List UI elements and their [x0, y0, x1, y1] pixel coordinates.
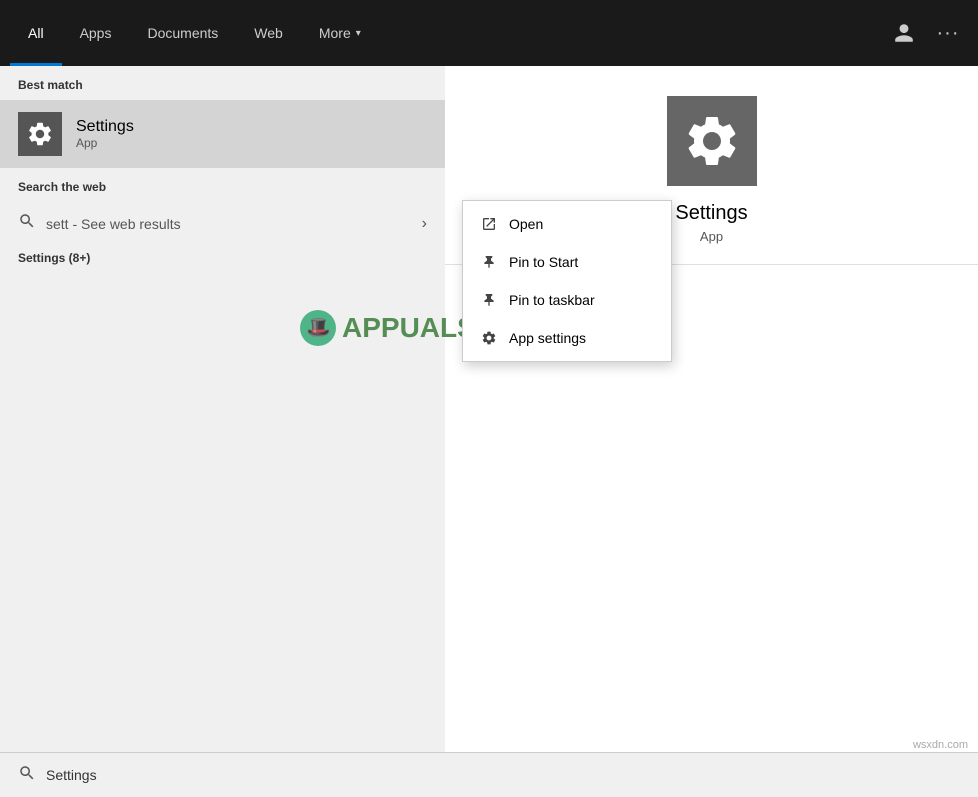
tab-more-label: More	[319, 25, 351, 41]
nav-tabs: All Apps Documents Web More ▾	[10, 0, 884, 66]
context-menu-pin-start-label: Pin to Start	[509, 254, 578, 270]
context-menu-open-label: Open	[509, 216, 543, 232]
search-icon-taskbar	[18, 764, 36, 787]
pin-taskbar-icon	[479, 290, 499, 310]
main-content: Best match Settings App Search the web	[0, 66, 978, 752]
right-panel: Settings App	[445, 66, 978, 752]
watermark: wsxdn.com	[913, 739, 968, 751]
appuals-overlay: 🎩 APPUALS	[300, 310, 476, 346]
tab-more[interactable]: More ▾	[301, 0, 379, 66]
tab-apps[interactable]: Apps	[62, 0, 130, 66]
left-panel: Best match Settings App Search the web	[0, 66, 445, 752]
pin-start-icon	[479, 252, 499, 272]
tab-web[interactable]: Web	[236, 0, 301, 66]
web-search-query: sett - See web results	[46, 216, 422, 232]
search-icon	[18, 212, 36, 235]
best-match-name: Settings	[76, 118, 134, 136]
gear-icon-small	[26, 120, 54, 148]
context-menu: Open Pin to Start Pin to taskbar App set…	[462, 200, 672, 362]
taskbar-search[interactable]: Settings	[0, 752, 978, 797]
context-menu-pin-taskbar-label: Pin to taskbar	[509, 292, 595, 308]
tab-all-label: All	[28, 25, 44, 41]
tab-all[interactable]: All	[10, 0, 62, 66]
app-settings-icon	[479, 328, 499, 348]
settings-icon-small	[18, 112, 62, 156]
settings-title: Settings	[675, 202, 747, 225]
person-button[interactable]	[884, 13, 924, 53]
person-icon	[893, 22, 915, 44]
best-match-text: Settings App	[76, 118, 134, 150]
best-match-item[interactable]: Settings App	[0, 100, 445, 168]
open-icon	[479, 214, 499, 234]
settings-section-label: Settings (8+)	[0, 245, 445, 271]
gear-icon-large	[682, 111, 742, 171]
context-menu-pin-start[interactable]: Pin to Start	[463, 243, 671, 281]
chevron-down-icon: ▾	[356, 28, 361, 39]
more-button[interactable]: ···	[928, 13, 968, 53]
settings-subtitle: App	[700, 229, 723, 244]
web-search-label: Search the web	[0, 168, 445, 202]
settings-icon-large	[667, 96, 757, 186]
context-menu-open[interactable]: Open	[463, 205, 671, 243]
context-menu-pin-taskbar[interactable]: Pin to taskbar	[463, 281, 671, 319]
appuals-logo: 🎩 APPUALS	[300, 310, 476, 346]
chevron-right-icon: ›	[422, 215, 427, 233]
top-nav-bar: All Apps Documents Web More ▾ ···	[0, 0, 978, 66]
best-match-label: Best match	[0, 66, 445, 100]
web-search-row[interactable]: sett - See web results ›	[0, 202, 445, 245]
context-menu-app-settings[interactable]: App settings	[463, 319, 671, 357]
tab-apps-label: Apps	[80, 25, 112, 41]
ellipsis-icon: ···	[937, 22, 960, 45]
tab-web-label: Web	[254, 25, 283, 41]
context-menu-app-settings-label: App settings	[509, 330, 586, 346]
taskbar-search-text: Settings	[46, 767, 97, 783]
nav-actions: ···	[884, 13, 968, 53]
tab-documents[interactable]: Documents	[129, 0, 236, 66]
best-match-type: App	[76, 136, 134, 150]
tab-documents-label: Documents	[147, 25, 218, 41]
